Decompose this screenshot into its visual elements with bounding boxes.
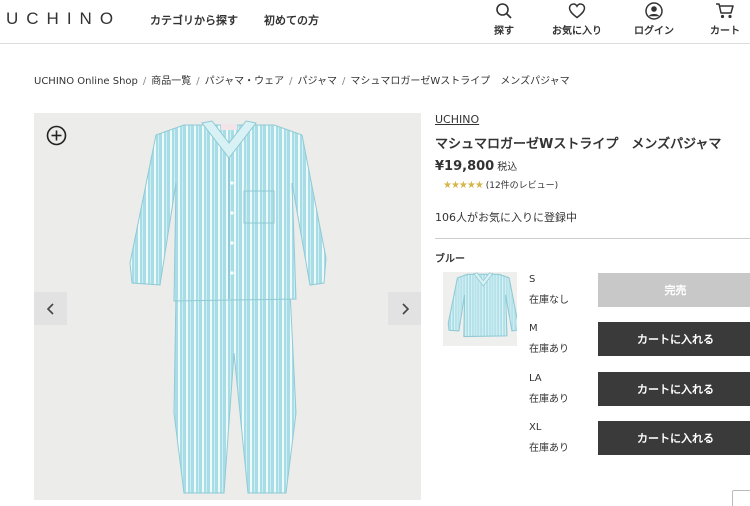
breadcrumb: UCHINO Online Shop / 商品一覧 / パジャマ・ウェア / パジャマ / マシ…: [34, 76, 570, 87]
stock-status: 在庫あり: [529, 344, 569, 355]
color-thumbnail[interactable]: [443, 272, 517, 346]
login-label: ログイン: [634, 26, 674, 37]
cart-label: カート: [710, 26, 740, 37]
sold-out-button: 完売: [598, 273, 750, 307]
size-label: M: [529, 323, 538, 334]
gallery-next-button[interactable]: [388, 292, 421, 325]
color-label: ブルー: [435, 254, 465, 265]
price-value: ¥19,800: [435, 159, 495, 174]
chevron-left-icon: [46, 302, 54, 315]
site-header: UCHINO カテゴリから探す 初めての方 探す お気に入り ログイン カート: [0, 0, 750, 44]
nav-category[interactable]: カテゴリから探す: [150, 12, 238, 28]
size-row-m: M 在庫あり: [529, 323, 569, 355]
add-to-cart-button-m[interactable]: カートに入れる: [598, 322, 750, 356]
breadcrumb-products[interactable]: 商品一覧: [151, 76, 191, 87]
nav-first-time[interactable]: 初めての方: [264, 12, 319, 28]
add-to-cart-button-la[interactable]: カートに入れる: [598, 372, 750, 406]
favorites-label: お気に入り: [552, 26, 602, 37]
product-title: マシュマロガーゼWストライプ メンズパジャマ: [435, 137, 722, 152]
stock-status: 在庫あり: [529, 443, 569, 454]
product-image: [129, 120, 327, 494]
size-label: XL: [529, 422, 542, 433]
add-to-cart-button-xl[interactable]: カートに入れる: [598, 421, 750, 455]
chevron-right-icon: [401, 302, 409, 315]
product-price: ¥19,800 税込: [435, 158, 517, 174]
tax-label: 税込: [497, 162, 518, 173]
breadcrumb-current: マシュマロガーゼWストライプ メンズパジャマ: [350, 76, 570, 87]
zoom-button[interactable]: [46, 125, 67, 150]
stock-status: 在庫なし: [529, 295, 569, 306]
favorites-button[interactable]: お気に入り: [550, 2, 604, 37]
size-row-xl: XL 在庫あり: [529, 422, 569, 454]
search-label: 探す: [494, 26, 514, 37]
brand-link[interactable]: UCHINO: [435, 113, 479, 126]
zoom-plus-icon: [46, 125, 67, 146]
site-logo[interactable]: UCHINO: [6, 9, 121, 29]
cart-icon: [716, 3, 734, 19]
size-label: LA: [529, 373, 542, 384]
heart-icon: [568, 3, 586, 19]
search-button[interactable]: 探す: [491, 2, 517, 37]
product-gallery[interactable]: [34, 113, 421, 500]
floating-widget[interactable]: [732, 490, 750, 506]
cart-button[interactable]: カート: [708, 2, 742, 37]
favorite-count: 106人がお気に入りに登録中: [435, 211, 577, 224]
breadcrumb-pajama[interactable]: パジャマ: [298, 76, 338, 87]
size-row-la: LA 在庫あり: [529, 373, 569, 405]
size-row-s: S 在庫なし: [529, 274, 569, 306]
login-button[interactable]: ログイン: [633, 2, 675, 37]
gallery-prev-button[interactable]: [34, 292, 67, 325]
user-icon: [645, 2, 663, 20]
breadcrumb-pajama-wear[interactable]: パジャマ・ウェア: [205, 76, 285, 87]
thumbnail-image: [447, 272, 517, 338]
rating[interactable]: ★★★★★ (12件のレビュー): [443, 178, 558, 191]
search-icon: [496, 3, 512, 19]
rating-stars: ★★★★★: [443, 180, 484, 191]
breadcrumb-home[interactable]: UCHINO Online Shop: [34, 76, 138, 87]
review-count[interactable]: (12件のレビュー): [486, 181, 558, 191]
stock-status: 在庫あり: [529, 394, 569, 405]
divider: [435, 238, 750, 239]
size-label: S: [529, 274, 536, 285]
